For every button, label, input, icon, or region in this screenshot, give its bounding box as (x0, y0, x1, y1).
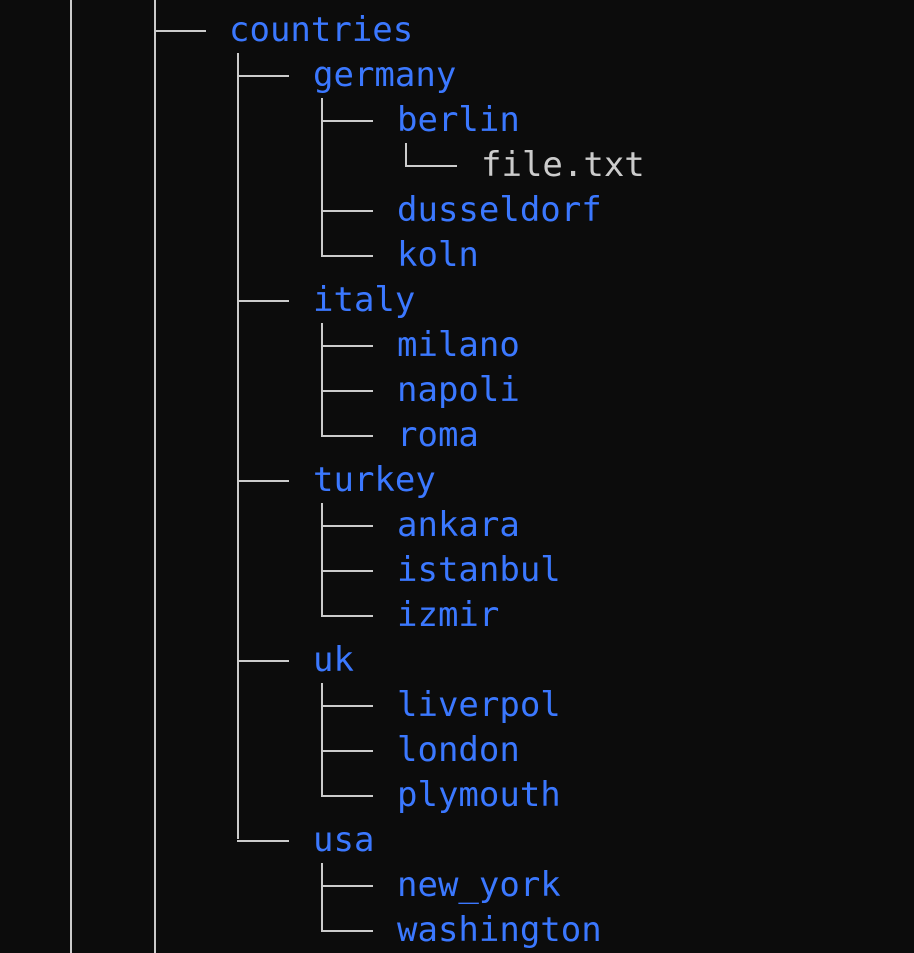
directory-izmir[interactable]: izmir (397, 593, 499, 638)
directory-washington[interactable]: washington (397, 908, 602, 953)
terminal-window: countries germany berlin file.txt dussel… (0, 0, 914, 953)
directory-new-york[interactable]: new_york (397, 863, 561, 908)
directory-koln[interactable]: koln (397, 233, 479, 278)
tree-row: countries (0, 8, 413, 53)
directory-italy[interactable]: italy (313, 278, 415, 323)
tree-row: izmir (0, 593, 499, 638)
tree-row: milano (0, 323, 520, 368)
directory-istanbul[interactable]: istanbul (397, 548, 561, 593)
directory-dusseldorf[interactable]: dusseldorf (397, 188, 602, 233)
tree-row: london (0, 728, 520, 773)
directory-plymouth[interactable]: plymouth (397, 773, 561, 818)
directory-berlin[interactable]: berlin (397, 98, 520, 143)
tree-rail (154, 0, 156, 953)
directory-napoli[interactable]: napoli (397, 368, 520, 413)
tree-row: berlin (0, 98, 520, 143)
tree-row: uk (0, 638, 354, 683)
tree-row: new_york (0, 863, 561, 908)
tree-row: usa (0, 818, 374, 863)
directory-london[interactable]: london (397, 728, 520, 773)
directory-usa[interactable]: usa (313, 818, 374, 863)
tree-row: washington (0, 908, 602, 953)
file-txt[interactable]: file.txt (481, 143, 645, 188)
tree-row: file.txt (0, 143, 645, 188)
directory-liverpol[interactable]: liverpol (397, 683, 561, 728)
tree-row: plymouth (0, 773, 561, 818)
tree-row: istanbul (0, 548, 561, 593)
tree-row: turkey (0, 458, 436, 503)
tree-row: ankara (0, 503, 520, 548)
tree-row: germany (0, 53, 456, 98)
directory-uk[interactable]: uk (313, 638, 354, 683)
directory-ankara[interactable]: ankara (397, 503, 520, 548)
tree-row: dusseldorf (0, 188, 602, 233)
tree-row: italy (0, 278, 415, 323)
directory-countries[interactable]: countries (229, 8, 413, 53)
directory-roma[interactable]: roma (397, 413, 479, 458)
directory-turkey[interactable]: turkey (313, 458, 436, 503)
tree-rail (237, 53, 239, 839)
tree-row: napoli (0, 368, 520, 413)
tree-row: koln (0, 233, 479, 278)
tree-row: liverpol (0, 683, 561, 728)
directory-germany[interactable]: germany (313, 53, 456, 98)
directory-milano[interactable]: milano (397, 323, 520, 368)
tree-row: roma (0, 413, 479, 458)
